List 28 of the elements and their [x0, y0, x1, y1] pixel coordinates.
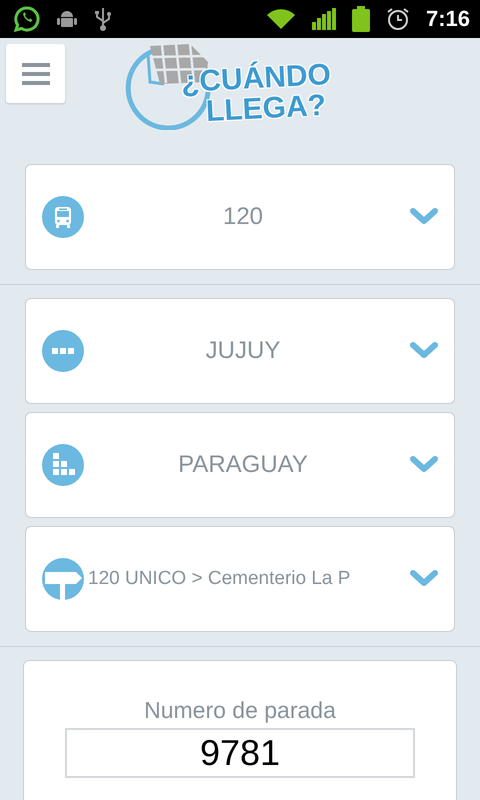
grid-icon [42, 444, 84, 486]
chat-bubble-icon [14, 6, 40, 32]
signal-icon [312, 8, 336, 30]
stop-number-field[interactable]: 9781 [65, 728, 415, 778]
dropdown-select[interactable]: 120 [25, 164, 455, 270]
dropdown-select[interactable]: JUJUY [25, 298, 455, 404]
dots-icon [42, 330, 84, 372]
bus-icon [42, 196, 84, 238]
select-value: JUJUY [204, 337, 282, 365]
dropdown-select[interactable]: 120 UNICO > Cementerio La P [25, 526, 455, 632]
wifi-icon [266, 8, 296, 30]
chevron-down-icon [410, 569, 438, 589]
chevron-down-icon [410, 455, 438, 475]
usb-icon [94, 6, 112, 32]
menu-button[interactable] [6, 44, 65, 103]
menu-icon [22, 62, 50, 86]
chevron-down-icon [410, 207, 438, 227]
status-time: 7:16 [426, 6, 470, 32]
stop-number-label: Numero de parada [144, 697, 336, 724]
select-value: 120 UNICO > Cementerio La P [88, 568, 352, 590]
battery-icon [352, 6, 370, 32]
android-icon [56, 8, 78, 30]
signpost-icon [42, 558, 84, 600]
select-value: 120 [222, 203, 264, 231]
dropdown-select[interactable]: PARAGUAY [25, 412, 455, 518]
chevron-down-icon [410, 341, 438, 361]
select-value: PARAGUAY [177, 451, 309, 479]
alarm-clock-icon [386, 7, 410, 31]
